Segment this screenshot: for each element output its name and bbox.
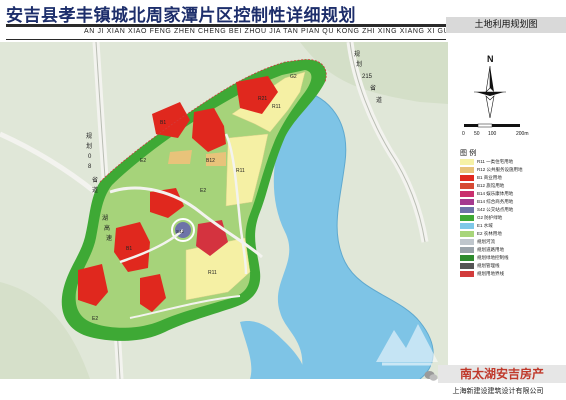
parcel-code-b12: B12 — [206, 158, 215, 164]
legend-swatch — [460, 207, 474, 213]
legend-row: R11 一类住宅用地 — [460, 158, 564, 166]
parcel-code-r21-1: R21 — [258, 96, 267, 102]
parcel-code-b1-2: B1 — [126, 246, 132, 252]
legend-label: R11 一类住宅用地 — [477, 159, 514, 164]
legend-label: S42 公交站点用地 — [477, 207, 514, 212]
scale-tick-0: 0 — [462, 131, 465, 137]
north-label: N — [487, 54, 494, 64]
legend-swatch — [460, 183, 474, 189]
parcel-code-r11-3: R11 — [208, 270, 217, 276]
legend-label: E1 水域 — [477, 223, 493, 228]
west-road-label-2: 划 — [86, 142, 92, 150]
legend-row: E1 水域 — [460, 222, 564, 230]
east-road-label-5: 道 — [376, 96, 382, 104]
legend-row: 规划绿地控制线 — [460, 254, 564, 262]
legend-swatch — [460, 239, 474, 245]
legend-label: 规划绿地控制线 — [477, 255, 509, 260]
legend-swatch — [460, 199, 474, 205]
watermark-account-name: 南太湖安吉房产 — [438, 365, 566, 383]
legend-swatch — [460, 159, 474, 165]
east-road-label-2: 划 — [356, 60, 362, 68]
watermark-mountain-icon — [376, 324, 438, 366]
legend-swatch — [460, 167, 474, 173]
lake-road-label-2: 高 — [104, 224, 110, 232]
legend-row: S42 公交站点用地 — [460, 206, 564, 214]
legend-label: B14 娱乐康体用地 — [477, 191, 514, 196]
north-arrow: N — [470, 52, 510, 119]
scale-bar: 0 50 100 200m — [462, 122, 542, 138]
watermark-logo — [372, 316, 442, 368]
scale-tick-2: 100 — [488, 131, 497, 137]
west-road-label-1: 规 — [86, 132, 92, 140]
legend-label: 规划用地界线 — [477, 271, 504, 276]
legend-row: G2 防护绿地 — [460, 214, 564, 222]
legend-label: B1 商业用地 — [477, 175, 502, 180]
title-divider — [6, 24, 446, 27]
legend-swatch — [460, 175, 474, 181]
legend-row: B1 商业用地 — [460, 174, 564, 182]
east-road-label-4: 省 — [370, 84, 376, 92]
legend-title: 图 例 — [460, 149, 477, 157]
map-legend: 图 例 R11 一类住宅用地 R12 公共服务设施用地 B1 商业用地 B12 旅馆用… — [450, 148, 564, 280]
legend-row: R12 公共服务设施用地 — [460, 166, 564, 174]
scale-bar-svg: 0 50 100 200m — [462, 123, 529, 137]
scale-tick-3: 200m — [516, 131, 529, 137]
legend-row: 规划用地界线 — [460, 270, 564, 278]
parcel-code-g2: G2 — [290, 74, 297, 80]
legend-row: E2 农林用地 — [460, 230, 564, 238]
legend-label: G2 防护绿地 — [477, 215, 503, 220]
legend-label: 规划河流 — [477, 239, 495, 244]
legend-label: E2 农林用地 — [477, 231, 502, 236]
legend-swatch — [460, 271, 474, 277]
sheet-name-tab: 土地利用规划图 — [446, 17, 566, 33]
legend-label: 规划管理线 — [477, 263, 500, 268]
legend-row: 规划管理线 — [460, 262, 564, 270]
footer-company: 上海新建设建筑设计有限公司 — [452, 387, 544, 395]
public-service-parcel-west[interactable] — [168, 150, 192, 164]
scale-tick-1: 50 — [474, 131, 480, 137]
east-road-label-3: 215 — [362, 74, 373, 80]
title-divider-thin — [6, 39, 446, 40]
parcel-code-b1-1: B1 — [160, 120, 166, 126]
parcel-code-e2-1: E2 — [140, 158, 146, 164]
west-road-label-6: 道 — [92, 186, 98, 194]
west-road-label-5: 省 — [92, 176, 98, 184]
wechat-icon — [424, 367, 438, 381]
parcel-code-r11-1: R11 — [272, 104, 281, 110]
page-title: 安吉县孝丰镇城北周家潭片区控制性详细规划 — [6, 6, 356, 26]
legend-swatch — [460, 223, 474, 229]
lake-road-label-3: 速 — [106, 235, 112, 242]
north-arrow-icon: N — [474, 54, 506, 119]
legend-swatch — [460, 191, 474, 197]
legend-swatch — [460, 215, 474, 221]
parcel-code-e2-3: E2 — [92, 316, 98, 322]
legend-swatch — [460, 263, 474, 269]
east-road-label-1: 规 — [354, 50, 360, 58]
legend-row: B14 娱乐康体用地 — [460, 190, 564, 198]
legend-label: R12 公共服务设施用地 — [477, 167, 523, 172]
legend-swatch — [460, 255, 474, 261]
parcel-code-r11-2: R11 — [236, 168, 245, 174]
legend-swatch — [460, 247, 474, 253]
legend-swatch — [460, 231, 474, 237]
page-subtitle: AN JI XIAN XIAO FENG ZHEN CHENG BEI ZHOU… — [84, 28, 471, 35]
legend-row: 规划河流 — [460, 238, 564, 246]
legend-label: 规划道路用地 — [477, 247, 504, 252]
parcel-code-s42: S42 — [176, 229, 185, 234]
parcel-code-e2-2: E2 — [200, 188, 206, 194]
legend-row: B12 旅馆用地 — [460, 182, 564, 190]
lake-road-label-1: 湖 — [102, 214, 108, 222]
legend-label: B14 综合商务用地 — [477, 199, 514, 204]
legend-label: B12 旅馆用地 — [477, 183, 505, 188]
legend-row: 规划道路用地 — [460, 246, 564, 254]
legend-row: B14 综合商务用地 — [460, 198, 564, 206]
